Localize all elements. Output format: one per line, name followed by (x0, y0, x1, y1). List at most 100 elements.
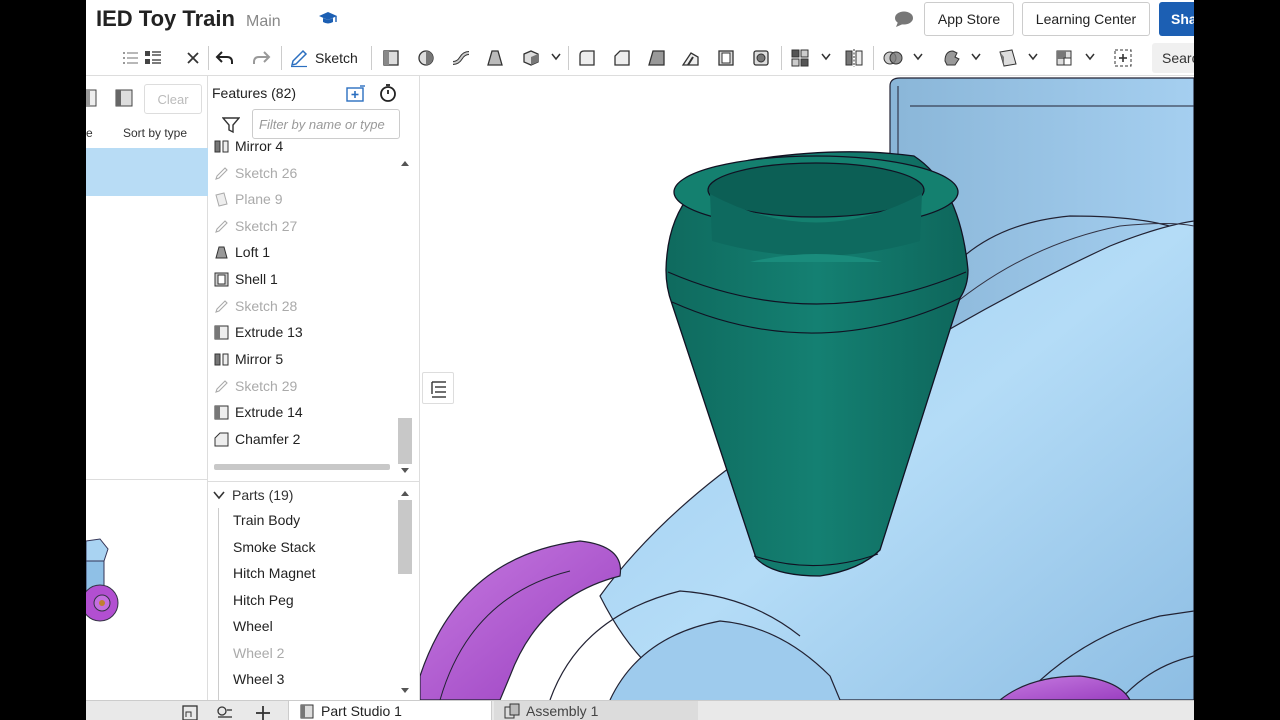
feature-item[interactable]: Extrude 13 (214, 321, 303, 343)
chevron-down-icon[interactable] (971, 53, 981, 61)
pencil-icon (290, 49, 308, 68)
plane-icon[interactable] (997, 47, 1019, 69)
sketch-label: Sketch (315, 50, 358, 66)
graphics-viewport[interactable] (420, 76, 1194, 700)
bottom-tab-bar: Part Studio 1 Assembly 1 (86, 700, 1194, 720)
front-wheel[interactable] (420, 540, 622, 700)
feature-item[interactable]: Chamfer 2 (214, 428, 300, 450)
feature-item-label: Sketch 28 (235, 298, 298, 314)
rib-icon[interactable] (680, 47, 702, 69)
toolbar-separator (371, 46, 372, 70)
feature-item[interactable]: Mirror 5 (214, 348, 283, 370)
feature-list-hscrollbar[interactable] (214, 464, 390, 470)
sweep-icon[interactable] (450, 47, 472, 69)
feature-item-label: Loft 1 (235, 244, 271, 260)
rollback-timer-icon[interactable] (378, 83, 398, 103)
thicken-icon[interactable] (520, 47, 542, 69)
chevron-down-icon[interactable] (1028, 53, 1038, 61)
tab-label: Part Studio 1 (321, 703, 402, 719)
fillet-icon[interactable] (576, 47, 598, 69)
chevron-down-icon[interactable] (913, 53, 923, 61)
sketch-icon (214, 299, 229, 314)
part-item[interactable]: Wheel 2 (233, 645, 284, 661)
chevron-down-icon[interactable] (212, 490, 226, 500)
insert-element-icon[interactable] (182, 705, 200, 720)
shell-icon[interactable] (715, 47, 737, 69)
share-button[interactable]: Share (1159, 2, 1194, 36)
branch-label[interactable]: Main (246, 13, 281, 31)
feature-item[interactable]: Sketch 26 (214, 162, 297, 184)
part-item[interactable]: Hitch Peg (233, 592, 294, 608)
tab-list-icon[interactable] (216, 705, 234, 720)
feature-item[interactable]: Sketch 28 (214, 295, 297, 317)
feature-item[interactable]: Extrude 14 (214, 401, 303, 423)
part-item[interactable]: Hitch Magnet (233, 565, 315, 581)
search-tools-button[interactable]: Search (1152, 43, 1194, 73)
part-item[interactable]: Train Body (233, 512, 300, 528)
view-list-button[interactable] (422, 372, 454, 404)
parts-header[interactable]: Parts (19) (212, 486, 293, 504)
undo-icon[interactable] (214, 47, 236, 69)
graduation-cap-icon[interactable] (318, 10, 338, 28)
close-icon[interactable] (182, 47, 204, 69)
part-item[interactable]: Wheel 3 (233, 671, 284, 687)
feature-item-label: Mirror 5 (235, 351, 284, 367)
feature-filter-input[interactable]: Filter by name or type (252, 109, 400, 139)
add-folder-icon[interactable] (346, 85, 366, 103)
toolbar-separator (873, 46, 874, 70)
pattern-icon[interactable] (789, 47, 811, 69)
clear-button[interactable]: Clear (144, 84, 202, 114)
feature-item[interactable]: Sketch 27 (214, 215, 297, 237)
redo-icon[interactable] (250, 47, 272, 69)
chamfer-icon[interactable] (611, 47, 633, 69)
sketch-button[interactable]: Sketch (289, 45, 358, 71)
panel-divider (86, 479, 208, 480)
detail-view-icon[interactable] (142, 47, 164, 69)
feature-item[interactable]: Shell 1 (214, 268, 278, 290)
feature-item-label: Extrude 14 (235, 404, 303, 420)
revolve-icon[interactable] (415, 47, 437, 69)
extrude-icon (214, 405, 229, 420)
feature-item[interactable]: Plane 9 (214, 188, 282, 210)
add-tab-icon[interactable] (254, 705, 272, 720)
sketch-icon (214, 219, 229, 234)
draft-icon[interactable] (646, 47, 668, 69)
selected-row[interactable] (86, 148, 208, 196)
extrude-icon[interactable] (380, 47, 402, 69)
mirror-icon (214, 352, 229, 367)
list-view-icon[interactable] (120, 47, 142, 69)
part-studio-icon[interactable] (114, 88, 134, 108)
list-icon (431, 381, 446, 398)
mirror-icon[interactable] (843, 47, 865, 69)
comment-icon[interactable] (893, 9, 915, 29)
feature-list-scrollbar[interactable] (398, 146, 412, 476)
sort-by-type-button[interactable]: Sort by type (123, 126, 187, 140)
feature-toolbar: Sketch Sear (86, 40, 1194, 76)
tab-part-studio-1[interactable]: Part Studio 1 (288, 701, 492, 720)
chevron-down-icon[interactable] (1085, 53, 1095, 61)
split-icon[interactable] (941, 47, 963, 69)
app-store-button[interactable]: App Store (924, 2, 1014, 36)
mate-connector-icon[interactable] (1053, 47, 1075, 69)
part-item[interactable]: Smoke Stack (233, 539, 315, 555)
feature-item[interactable]: Loft 1 (214, 241, 270, 263)
loft-icon[interactable] (484, 47, 506, 69)
learning-center-button[interactable]: Learning Center (1022, 2, 1150, 36)
tab-assembly-1[interactable]: Assembly 1 (494, 701, 698, 720)
boolean-icon[interactable] (882, 47, 904, 69)
feature-item[interactable]: Sketch 29 (214, 375, 297, 397)
hole-icon[interactable] (750, 47, 772, 69)
train-thumbnail[interactable] (86, 531, 126, 641)
filter-icon[interactable] (222, 116, 240, 134)
parts-list-scrollbar[interactable] (398, 488, 412, 698)
part-item[interactable]: Wheel (233, 618, 273, 634)
feature-list: Mirror 4 Sketch 26 Plane 9 Sketch 27 Loft 1 S… (208, 136, 398, 466)
part-icon[interactable] (86, 88, 98, 108)
chevron-down-icon[interactable] (821, 53, 831, 61)
document-title[interactable]: IED Toy Train (96, 6, 235, 32)
chevron-down-icon[interactable] (551, 53, 561, 61)
feature-item[interactable]: Mirror 4 (214, 136, 283, 157)
train-model[interactable] (420, 76, 1194, 700)
feature-item-label: Sketch 29 (235, 378, 298, 394)
add-custom-feature-icon[interactable] (1112, 47, 1134, 69)
